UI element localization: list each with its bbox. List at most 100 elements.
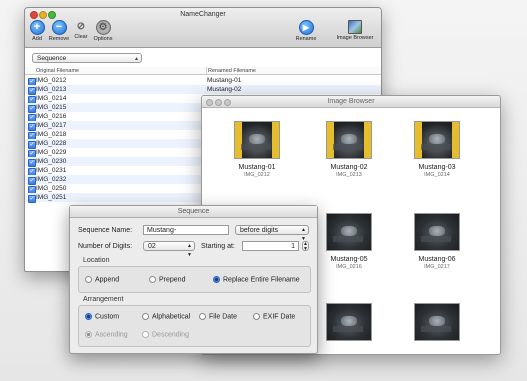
original-filename: IMG_0212 <box>36 77 67 84</box>
original-filename: IMG_0228 <box>36 140 67 147</box>
location-replace-radio[interactable]: Replace Entire Filename <box>213 276 300 284</box>
digits-label: Number of Digits: <box>78 243 133 250</box>
location-group: Append Prepend Replace Entire Filename <box>78 266 311 293</box>
original-filename: IMG_0232 <box>36 176 67 183</box>
arrangement-alphabetical-radio[interactable]: Alphabetical <box>142 313 190 321</box>
radio-label: Custom <box>95 313 120 321</box>
image-item[interactable] <box>314 303 384 341</box>
image-thumbnail <box>326 213 372 251</box>
table-row[interactable]: ✓ IMG_0212 Mustang-01 <box>25 76 381 86</box>
row-checkbox[interactable]: ✓ <box>28 194 36 203</box>
sequence-name-label: Sequence Name: <box>78 227 133 234</box>
radio-dot-icon <box>85 331 92 338</box>
radio-dot-icon <box>142 313 149 320</box>
remove-label: Remove <box>48 36 70 42</box>
image-item[interactable] <box>402 303 472 341</box>
mode-select-value: Sequence <box>37 55 67 62</box>
plus-icon: + <box>29 20 45 35</box>
select-arrows-icon: ▲▼ <box>187 243 192 258</box>
image-item[interactable]: Mustang-05 IMG_0216 <box>314 213 384 270</box>
radio-dot-icon <box>142 331 149 338</box>
main-toolbar: NameChanger + Add − Remove ⊘ Clear ⚙ Opt… <box>25 8 381 48</box>
location-group-label: Location <box>83 257 110 264</box>
starting-at-stepper[interactable]: ▲ ▼ <box>302 241 309 251</box>
arrangement-group: Custom Alphabetical File Date EXIF Date … <box>78 305 311 347</box>
table-row[interactable]: ✓ IMG_0213 Mustang-02 <box>25 85 381 95</box>
radio-label: Alphabetical <box>152 313 191 321</box>
original-filename: IMG_0218 <box>36 131 67 138</box>
sequence-panel-title: Sequence <box>70 206 317 218</box>
image-filename: IMG_0217 <box>424 264 450 270</box>
original-filename: IMG_0213 <box>36 86 67 93</box>
image-item[interactable]: Mustang-01 IMG_0212 <box>222 121 292 178</box>
arrangement-exifdate-radio[interactable]: EXIF Date <box>253 313 295 321</box>
original-filename: IMG_0251 <box>36 194 67 201</box>
original-filename: IMG_0229 <box>36 149 67 156</box>
image-item[interactable]: Mustang-06 IMG_0217 <box>402 213 472 270</box>
options-button[interactable]: ⚙ Options <box>91 20 115 42</box>
original-filename: IMG_0216 <box>36 113 67 120</box>
location-prepend-radio[interactable]: Prepend <box>149 276 185 284</box>
image-name: Mustang-05 <box>330 256 368 263</box>
add-button[interactable]: + Add <box>28 20 46 42</box>
radio-label: Prepend <box>159 276 186 284</box>
image-name: Mustang-02 <box>330 164 368 171</box>
image-item[interactable]: Mustang-03 IMG_0214 <box>402 121 472 178</box>
image-filename: IMG_0213 <box>336 172 362 178</box>
original-filename: IMG_0250 <box>36 185 67 192</box>
image-browser-icon <box>348 20 362 34</box>
image-filename: IMG_0216 <box>336 264 362 270</box>
image-name: Mustang-06 <box>418 256 456 263</box>
mode-select[interactable]: Sequence ▲▼ <box>32 53 142 72</box>
radio-dot-icon <box>199 313 206 320</box>
starting-at-field[interactable]: 1 <box>242 241 299 251</box>
radio-dot-icon <box>253 313 260 320</box>
image-browser-title: Image Browser <box>327 98 375 105</box>
image-filename: IMG_0214 <box>424 172 450 178</box>
order-descending-radio[interactable]: Descending <box>142 331 189 339</box>
minus-icon: − <box>51 20 67 35</box>
starting-at-label: Starting at: <box>201 243 235 250</box>
renamed-filename: Mustang-02 <box>207 86 242 93</box>
image-browser-button[interactable]: Image Browser <box>333 20 377 41</box>
radio-label: Replace Entire Filename <box>223 276 300 284</box>
original-filename: IMG_0231 <box>36 167 67 174</box>
original-filename: IMG_0215 <box>36 104 67 111</box>
clear-button[interactable]: ⊘ Clear <box>72 20 90 40</box>
arrangement-custom-radio[interactable]: Custom <box>85 313 119 321</box>
image-thumbnail <box>326 303 372 341</box>
window-title: NameChanger <box>180 11 226 18</box>
gear-icon: ⚙ <box>95 20 111 35</box>
image-thumbnail <box>414 303 460 341</box>
clear-icon: ⊘ <box>76 21 86 32</box>
arrangement-group-label: Arrangement <box>83 296 124 303</box>
radio-label: Append <box>95 276 120 284</box>
digits-select[interactable]: 02 ▲ ▼ <box>143 241 195 258</box>
radio-label: Ascending <box>95 331 128 339</box>
rename-button[interactable]: ▶ Rename <box>293 20 319 42</box>
arrangement-filedate-radio[interactable]: File Date <box>199 313 237 321</box>
position-select-value: before digits <box>240 227 279 234</box>
radio-label: Descending <box>152 331 189 339</box>
image-thumbnail <box>326 121 372 159</box>
remove-button[interactable]: − Remove <box>47 20 71 42</box>
original-filename: IMG_0217 <box>36 122 67 129</box>
column-header-renamed[interactable]: Renamed Filename <box>206 67 381 75</box>
image-filename: IMG_0212 <box>244 172 270 178</box>
column-header-original[interactable]: Original Filename <box>25 67 206 75</box>
sequence-name-field[interactable]: Mustang- <box>143 225 229 235</box>
radio-dot-icon <box>149 276 156 283</box>
clear-label: Clear <box>74 34 88 40</box>
position-select[interactable]: before digits ▲ ▼ <box>235 225 309 242</box>
options-label: Options <box>93 36 113 42</box>
location-append-radio[interactable]: Append <box>85 276 119 284</box>
radio-dot-icon <box>85 276 92 283</box>
add-label: Add <box>32 36 42 42</box>
sequence-panel: Sequence Sequence Name: Mustang- before … <box>69 205 318 354</box>
image-item[interactable]: Mustang-02 IMG_0213 <box>314 121 384 178</box>
image-name: Mustang-01 <box>238 164 276 171</box>
image-thumbnail <box>414 213 460 251</box>
order-ascending-radio[interactable]: Ascending <box>85 331 128 339</box>
original-filename: IMG_0230 <box>36 158 67 165</box>
radio-label: File Date <box>209 313 238 321</box>
